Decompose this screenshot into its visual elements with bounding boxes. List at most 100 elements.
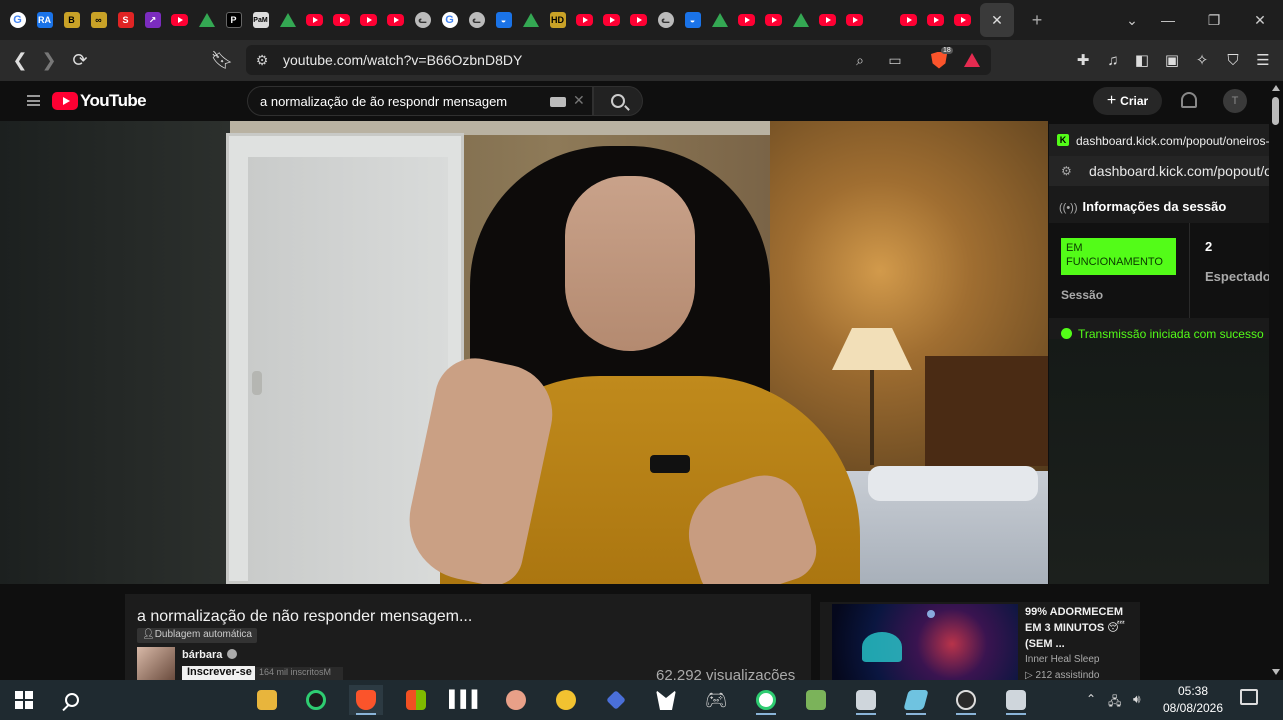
youtube-logo[interactable]: YouTube — [52, 91, 147, 111]
tab-youtube-icon[interactable] — [922, 0, 949, 40]
create-button[interactable]: + Criar — [1093, 87, 1162, 115]
sidebar-icon[interactable]: ◧ — [1131, 49, 1153, 71]
bookmark-icon[interactable]: 🔖︎ — [207, 40, 237, 81]
tab-kick-icon[interactable]: K — [868, 0, 1283, 339]
gamepad-icon[interactable]: 🎮︎ — [699, 685, 733, 715]
account-avatar[interactable]: T — [1223, 89, 1247, 113]
tab-youtube-icon[interactable] — [328, 0, 355, 40]
tab-youtube-icon[interactable] — [949, 0, 976, 40]
cast-icon[interactable]: ▭ — [885, 50, 905, 70]
calendar-app-icon[interactable] — [849, 685, 883, 715]
character-app-icon[interactable] — [499, 685, 533, 715]
start-button[interactable] — [7, 685, 41, 715]
editor-app-icon[interactable] — [899, 685, 933, 715]
zoom-icon[interactable]: ⌕ — [850, 50, 870, 70]
tab-google-icon[interactable]: G — [4, 0, 31, 40]
menu-icon[interactable]: ☰ — [1252, 49, 1274, 71]
taskbar-clock[interactable]: 05:38 08/08/2026 — [1158, 683, 1228, 717]
scroll-up-arrow-icon[interactable] — [1272, 85, 1280, 91]
clear-search-icon[interactable]: ✕ — [573, 92, 585, 109]
related-video-title[interactable]: 99% ADORMECEM EM 3 MINUTOS 😴 (SEM ... — [1025, 604, 1135, 652]
tab-dark-icon[interactable]: P — [220, 0, 247, 40]
extensions-icon[interactable]: ✚ — [1072, 49, 1094, 71]
network-icon[interactable]: 🖧︎ — [1108, 692, 1121, 713]
tab-youtube-icon[interactable] — [301, 0, 328, 40]
keyboard-icon[interactable] — [550, 97, 566, 107]
tab-youtube-icon[interactable] — [841, 0, 868, 40]
tab-blue-icon[interactable]: ◒ — [490, 0, 517, 40]
tab-ra-icon[interactable]: RA — [31, 0, 58, 40]
tab-youtube-icon[interactable] — [598, 0, 625, 40]
media-icon[interactable]: ♫ — [1102, 49, 1124, 71]
fox-app-icon[interactable] — [649, 685, 683, 715]
channel-avatar[interactable] — [137, 647, 175, 680]
site-settings-icon[interactable]: ⚙︎ — [252, 50, 272, 70]
auto-dubbing-badge[interactable]: 👤︎Dublagem automática — [137, 628, 257, 643]
related-video-channel[interactable]: Inner Heal Sleep — [1025, 654, 1100, 665]
scrollbar-thumb[interactable] — [1272, 97, 1279, 125]
microsoft-store-icon[interactable] — [399, 685, 433, 715]
active-tab-close-button[interactable]: ✕ — [980, 3, 1014, 37]
tab-drive-icon[interactable] — [517, 0, 544, 40]
tab-drive-icon[interactable] — [193, 0, 220, 40]
opera-gx-icon[interactable] — [299, 685, 333, 715]
clipboard-app-icon[interactable] — [999, 685, 1033, 715]
leo-ai-icon[interactable]: ✧ — [1191, 49, 1213, 71]
tab-hd-icon[interactable]: HD — [544, 0, 571, 40]
wallet-icon[interactable]: ▣ — [1161, 49, 1183, 71]
tab-youtube-icon[interactable] — [571, 0, 598, 40]
tab-google-icon[interactable]: G — [436, 0, 463, 40]
tab-cat-icon[interactable]: ᓚ — [409, 0, 436, 40]
tab-blue-icon[interactable]: ◒ — [679, 0, 706, 40]
tab-youtube-icon[interactable] — [166, 0, 193, 40]
chart-app-icon[interactable] — [749, 685, 783, 715]
video-player[interactable] — [0, 121, 1048, 584]
file-explorer-icon[interactable] — [250, 685, 284, 715]
bee-app-icon[interactable] — [549, 685, 583, 715]
channel-name[interactable]: bárbara — [182, 649, 238, 661]
tab-purple-icon[interactable]: ↗ — [139, 0, 166, 40]
brave-shields-icon[interactable]: 18 — [929, 47, 953, 70]
search-query-text[interactable]: a normalização de ão respondr mensagem — [260, 94, 507, 109]
brave-taskbar-icon[interactable] — [349, 685, 383, 715]
tab-drive-icon[interactable] — [706, 0, 733, 40]
tab-youtube-icon[interactable] — [382, 0, 409, 40]
dropbox-icon[interactable] — [599, 685, 633, 715]
volume-icon[interactable]: 🔊︎ — [1133, 692, 1141, 707]
address-bar[interactable]: ⚙︎ youtube.com/watch?v=B66OzbnD8DY ⌕ ▭ 1… — [246, 45, 991, 75]
forward-button[interactable]: ❯ — [34, 40, 64, 81]
scroll-down-arrow-icon[interactable] — [1272, 669, 1280, 675]
tab-youtube-icon[interactable] — [760, 0, 787, 40]
tab-drive-icon[interactable] — [787, 0, 814, 40]
close-window-button[interactable]: ✕ — [1237, 0, 1283, 40]
monitor-app-icon[interactable] — [949, 685, 983, 715]
new-tab-button[interactable]: + — [1022, 10, 1052, 31]
minimize-button[interactable]: — — [1145, 0, 1191, 40]
tab-youtube-icon[interactable] — [625, 0, 652, 40]
tab-youtube-icon[interactable] — [733, 0, 760, 40]
notification-center-icon[interactable] — [1240, 689, 1258, 705]
tab-youtube-icon[interactable] — [355, 0, 382, 40]
taskbar-search-button[interactable] — [55, 685, 89, 715]
youtube-search-input[interactable]: a normalização de ão respondr mensagem ✕ — [247, 86, 593, 116]
notes-app-icon[interactable] — [799, 685, 833, 715]
url-text[interactable]: youtube.com/watch?v=B66OzbnD8DY — [283, 52, 522, 68]
tab-b-icon[interactable]: B — [58, 0, 85, 40]
back-button[interactable]: ❮ — [5, 40, 35, 81]
tab-pam-icon[interactable]: PaM — [247, 0, 274, 40]
notifications-bell-icon[interactable] — [1181, 92, 1197, 108]
audio-app-icon[interactable]: ▌▌▌ — [449, 685, 483, 715]
related-video-thumbnail[interactable] — [832, 604, 1018, 680]
kick-popout-address-bar[interactable]: ⚙︎ dashboard.kick.com/popout/on — [1049, 156, 1283, 186]
page-scrollbar[interactable] — [1269, 81, 1283, 680]
tab-cat-icon[interactable]: ᓚ — [652, 0, 679, 40]
tab-youtube-icon[interactable] — [895, 0, 922, 40]
tab-link-icon[interactable]: ∞ — [85, 0, 112, 40]
tab-s-icon[interactable]: S — [112, 0, 139, 40]
search-button[interactable] — [593, 86, 643, 116]
tab-youtube-icon[interactable] — [814, 0, 841, 40]
tab-cat-icon[interactable]: ᓚ — [463, 0, 490, 40]
vpn-shield-icon[interactable]: ⛉ — [1222, 49, 1244, 71]
brave-rewards-icon[interactable] — [962, 50, 982, 70]
show-hidden-icons-chevron-icon[interactable]: ⌃ — [1086, 692, 1096, 706]
